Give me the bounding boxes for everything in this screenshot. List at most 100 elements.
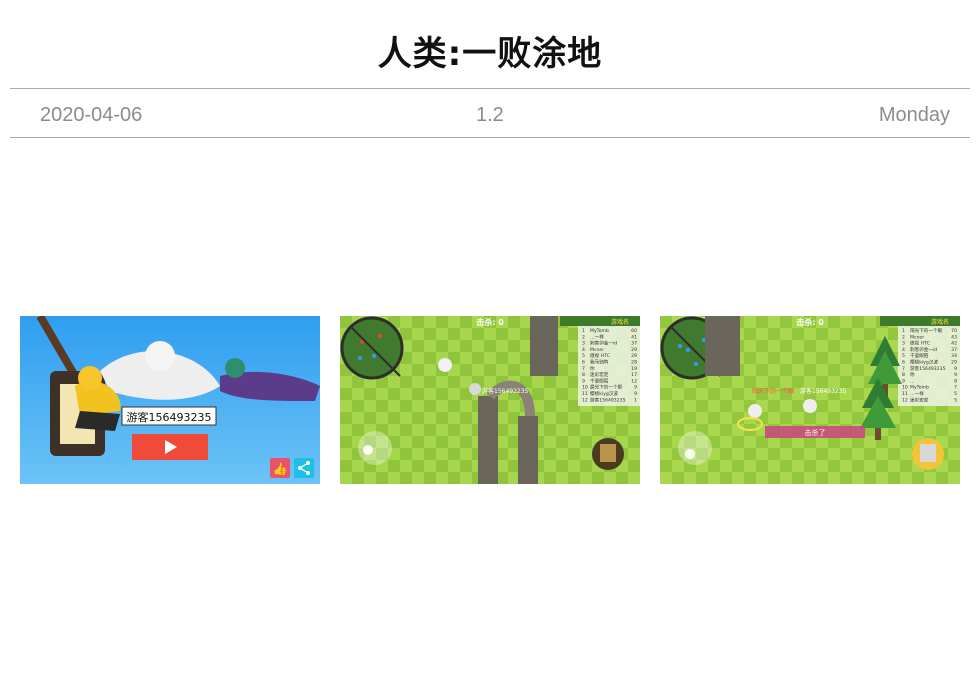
leaderboard-name: 阳光下的一个眼 xyxy=(910,327,943,334)
leaderboard-rank: 10 xyxy=(902,385,908,391)
thumbs-up-icon: 👍 xyxy=(273,462,288,476)
leaderboard-score: 9 xyxy=(634,385,637,391)
leaderboard-name: 游客156493235 xyxy=(910,365,946,372)
kill-counter: 击杀: 0 xyxy=(476,317,504,327)
leaderboard-score: 1 xyxy=(634,397,637,403)
leaderboard-name: …一样 xyxy=(910,390,924,397)
leaderboard-name: 千里眼陌 xyxy=(590,377,609,384)
weekday: Monday xyxy=(878,104,950,126)
leaderboard-score: 12 xyxy=(631,378,637,384)
leaderboard-name: 迷彩宏定 xyxy=(590,371,609,378)
leaderboard-name: 刺客卯金一id xyxy=(910,346,937,353)
leaderboard-name: Mcner xyxy=(590,347,604,353)
leaderboard-name: MyTomb xyxy=(590,328,609,334)
leaderboard-rank: 3 xyxy=(902,341,905,347)
kill-counter: 击杀: 0 xyxy=(796,317,824,327)
leaderboard-score: 29 xyxy=(951,360,957,366)
attack-button[interactable] xyxy=(912,438,944,470)
leaderboard-score: 37 xyxy=(631,341,637,347)
leaderboard-name: 樱桃kiyg汉波 xyxy=(590,390,618,397)
screenshot-1[interactable]: 游客156493235 👍 xyxy=(20,316,320,484)
screenshot-2[interactable]: 击杀: 0 游戏名 1 MyTomb 60 2 …一样 41 3 刺客卯金一id 37 4 Mcne… xyxy=(340,316,640,484)
movement-joystick[interactable] xyxy=(678,431,712,465)
leaderboard-score: 43 xyxy=(951,334,957,340)
leaderboard-name: 你 xyxy=(910,371,915,378)
leaderboard-name: 傲视 HTC xyxy=(590,352,610,359)
leaderboard-score: 19 xyxy=(631,366,637,372)
leaderboard-name: 晨光下的一个眼 xyxy=(590,384,623,391)
ally-tag: 阳光下的一个眼 xyxy=(752,387,794,395)
leaderboard-name: 樱桃kiyg汉波 xyxy=(910,359,938,366)
leaderboard-rank: 8 xyxy=(582,372,585,378)
leaderboard-rank: 11 xyxy=(902,391,908,397)
leaderboard-rank: 8 xyxy=(902,372,905,378)
leaderboard-score: 28 xyxy=(631,360,637,366)
leaderboard-score: 37 xyxy=(951,347,957,353)
movement-joystick[interactable] xyxy=(358,431,392,465)
share-button[interactable] xyxy=(294,458,314,478)
leaderboard-score: 17 xyxy=(631,372,637,378)
leaderboard-rank: 4 xyxy=(902,347,905,353)
leaderboard-rank: 2 xyxy=(902,334,905,340)
leaderboard-name: 千里眼陌 xyxy=(910,352,929,359)
leaderboard-name: 迷彩宏定 xyxy=(910,396,929,403)
leaderboard-name: 我马骑鸭 xyxy=(590,359,609,366)
leaderboard-score: 34 xyxy=(951,353,957,359)
leaderboard-badge: 游戏名 xyxy=(931,318,949,326)
leaderboard-rank: 1 xyxy=(582,328,585,334)
like-button[interactable]: 👍 xyxy=(270,458,290,478)
play-button[interactable] xyxy=(132,434,208,460)
leaderboard-badge: 游戏名 xyxy=(611,318,629,326)
leaderboard-score: 5 xyxy=(954,391,957,397)
leaderboard-name: 你 xyxy=(590,365,595,372)
leaderboard-rank: 11 xyxy=(582,391,588,397)
leaderboard-rank: 12 xyxy=(902,397,908,403)
version-number: 1.2 xyxy=(476,104,504,126)
leaderboard-score: 70 xyxy=(951,328,957,334)
release-date: 2020-04-06 xyxy=(40,104,143,126)
leaderboard-rank: 3 xyxy=(582,341,585,347)
leaderboard-name: … xyxy=(910,379,915,384)
leaderboard-rank: 6 xyxy=(902,360,905,366)
leaderboard-score: 29 xyxy=(631,353,637,359)
leaderboard-rank: 2 xyxy=(582,334,585,340)
leaderboard-rank: 12 xyxy=(582,397,588,403)
leaderboard-score: 9 xyxy=(634,391,637,397)
screenshot-3[interactable]: 击杀: 0 游戏名 1 阳光下的一个眼 70 2 Mcner 43 3 傲视 HTC 42 4 刺客… xyxy=(660,316,960,484)
leaderboard-name: …一样 xyxy=(590,333,604,340)
leaderboard-score: 29 xyxy=(631,347,637,353)
leaderboard-name: 刺客卯金一id xyxy=(590,340,617,347)
leaderboard-rank: 5 xyxy=(582,353,585,359)
leaderboard-name: 傲视 HTC xyxy=(910,340,930,347)
leaderboard-score: 5 xyxy=(954,397,957,403)
leaderboard-rank: 9 xyxy=(582,378,585,384)
leaderboard-score: 42 xyxy=(951,341,957,347)
leaderboard-rank: 5 xyxy=(902,353,905,359)
leaderboard-rank: 6 xyxy=(582,360,585,366)
leaderboard-score: 7 xyxy=(954,385,957,391)
enemy-player xyxy=(438,358,452,372)
player-caption: 游客156493235 xyxy=(127,410,212,424)
player-name-tag: 游客156493235 xyxy=(121,406,217,426)
page-title: 人类:一败涂地 xyxy=(377,34,603,74)
leaderboard-score: 9 xyxy=(954,372,957,378)
leaderboard-score: 8 xyxy=(954,378,957,384)
leaderboard-rank: 1 xyxy=(902,328,905,334)
attack-button[interactable] xyxy=(592,438,624,470)
leaderboard-rank: 10 xyxy=(582,385,588,391)
leaderboard-name: 游客156493235 xyxy=(590,396,626,403)
top-divider xyxy=(10,88,970,89)
player-tag: 游客156493235 xyxy=(482,387,529,395)
bottom-divider xyxy=(10,137,970,138)
leaderboard-rank: 7 xyxy=(582,366,585,372)
leaderboard-name: Mcner xyxy=(910,334,924,340)
player-avatar xyxy=(803,399,817,413)
leaderboard-name: MyTomb xyxy=(910,385,929,391)
kill-feed: 击杀了 xyxy=(805,428,826,437)
minimap xyxy=(340,316,404,380)
player-tag: 游客156493235 xyxy=(800,387,847,395)
leaderboard-rank: 7 xyxy=(902,366,905,372)
leaderboard-score: 41 xyxy=(631,334,637,340)
player-avatar xyxy=(469,383,481,395)
leaderboard-score: 9 xyxy=(954,366,957,372)
